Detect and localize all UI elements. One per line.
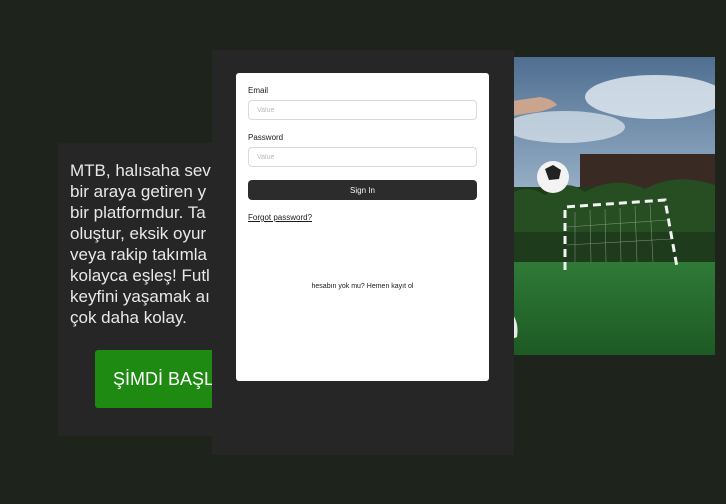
promo-description: MTB, halısaha sev bir araya getiren y bi…	[70, 161, 211, 327]
password-field[interactable]	[248, 147, 477, 167]
football-photo	[505, 57, 715, 355]
email-label: Email	[248, 86, 269, 95]
start-now-button[interactable]: ŞİMDİ BAŞL	[95, 350, 228, 408]
promo-card: MTB, halısaha sev bir araya getiren y bi…	[58, 143, 228, 436]
login-card: Email Password Sign In Forgot password? …	[236, 73, 489, 381]
sign-in-button[interactable]: Sign In	[248, 180, 477, 200]
forgot-password-link[interactable]: Forgot password?	[248, 213, 312, 222]
football-goal-photo-icon	[505, 57, 715, 355]
password-label: Password	[248, 133, 284, 142]
register-link[interactable]: hesabın yok mu? Hemen kayıt ol	[236, 283, 489, 290]
login-modal-panel: Email Password Sign In Forgot password? …	[212, 50, 514, 455]
email-field[interactable]	[248, 100, 477, 120]
